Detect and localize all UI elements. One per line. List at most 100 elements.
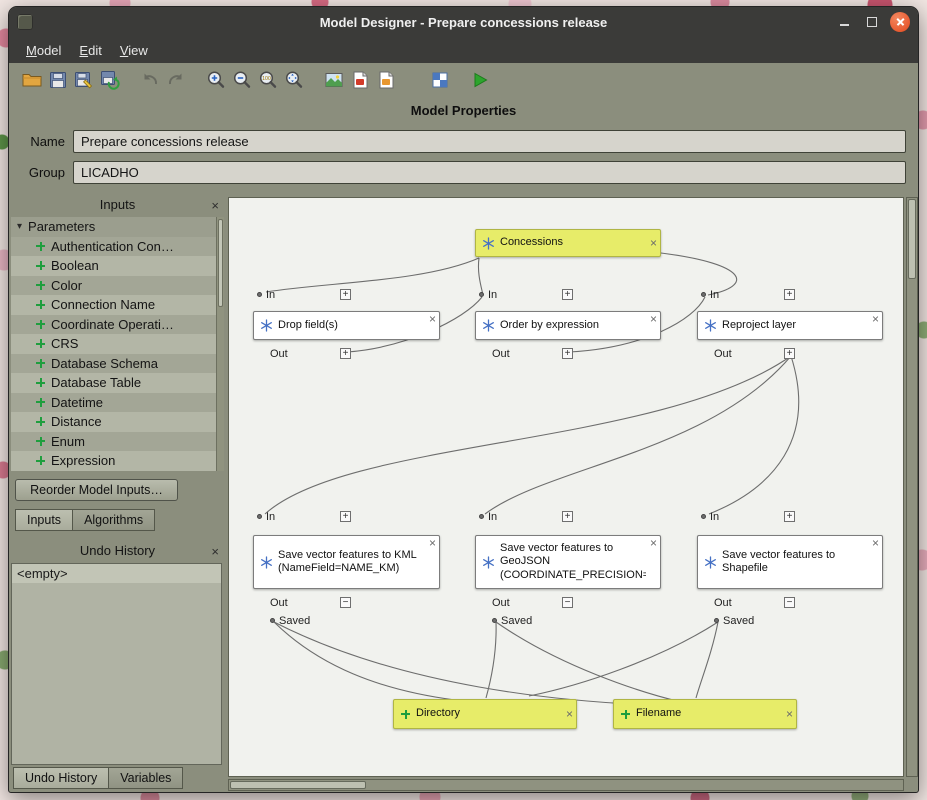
output-socket-row[interactable]: Out xyxy=(714,347,732,360)
socket-dot[interactable] xyxy=(701,514,706,519)
close-inputs-dock-icon[interactable]: × xyxy=(211,197,219,215)
expand-inputs-button[interactable]: + xyxy=(784,511,795,522)
redo-button[interactable] xyxy=(163,67,189,93)
parameter-item[interactable]: Database Table xyxy=(11,373,224,393)
parameter-item[interactable]: Boolean xyxy=(11,256,224,276)
remove-node-icon[interactable]: × xyxy=(786,709,793,719)
remove-node-icon[interactable]: × xyxy=(650,314,657,324)
model-name-input[interactable] xyxy=(73,130,906,153)
parameter-item[interactable]: Color xyxy=(11,276,224,296)
save-model-as-button[interactable] xyxy=(71,67,97,93)
maximize-button[interactable] xyxy=(862,12,882,32)
titlebar[interactable]: Model Designer - Prepare concessions rel… xyxy=(9,7,918,37)
tab-undo-history[interactable]: Undo History xyxy=(13,767,109,789)
socket-dot[interactable] xyxy=(270,618,275,623)
input-socket-row[interactable]: In xyxy=(701,288,719,301)
parameter-item[interactable]: Database Schema xyxy=(11,354,224,374)
tab-algorithms[interactable]: Algorithms xyxy=(73,509,155,531)
tree-scrollbar-thumb[interactable] xyxy=(218,219,223,307)
parameter-item[interactable]: Authentication Con… xyxy=(11,237,224,257)
output-socket-row[interactable]: Out xyxy=(714,596,732,609)
parameter-item[interactable]: Datetime xyxy=(11,393,224,413)
menu-edit[interactable]: Edit xyxy=(70,40,110,61)
expand-outputs-button[interactable]: + xyxy=(562,348,573,359)
output-socket-row[interactable]: Out xyxy=(270,596,288,609)
save-model-in-project-button[interactable] xyxy=(97,67,123,93)
export-as-image-button[interactable] xyxy=(321,67,347,93)
reorder-model-inputs-button[interactable]: Reorder Model Inputs… xyxy=(15,479,178,501)
expand-outputs-button[interactable]: + xyxy=(340,348,351,359)
expand-outputs-button[interactable]: + xyxy=(784,348,795,359)
remove-node-icon[interactable]: × xyxy=(650,538,657,548)
output-socket-row[interactable]: Out xyxy=(270,347,288,360)
node-reproject-layer[interactable]: Reproject layer × xyxy=(697,311,883,340)
input-socket-row[interactable]: In xyxy=(257,288,275,301)
menu-model[interactable]: Model xyxy=(17,40,70,61)
output-socket-row[interactable]: Out xyxy=(492,596,510,609)
export-as-pdf-button[interactable] xyxy=(347,67,373,93)
input-socket-row[interactable]: In xyxy=(257,510,275,523)
expand-inputs-button[interactable]: + xyxy=(562,511,573,522)
node-save-geojson[interactable]: Save vector features to GeoJSON (COORDIN… xyxy=(475,535,661,589)
collapse-outputs-button[interactable]: − xyxy=(562,597,573,608)
tree-scrollbar[interactable] xyxy=(216,217,224,471)
saved-output-row[interactable]: Saved xyxy=(714,614,754,627)
run-model-button[interactable] xyxy=(467,67,493,93)
model-canvas[interactable]: Concessions × In + In + In + Drop field(… xyxy=(228,197,904,777)
expand-inputs-button[interactable]: + xyxy=(340,511,351,522)
expand-inputs-button[interactable]: + xyxy=(340,289,351,300)
parameter-item[interactable]: Distance xyxy=(11,412,224,432)
input-socket-row[interactable]: In xyxy=(479,288,497,301)
node-directory[interactable]: Directory × xyxy=(393,699,577,729)
node-save-shapefile[interactable]: Save vector features to Shapefile × xyxy=(697,535,883,589)
canvas-vertical-scrollbar[interactable] xyxy=(906,197,918,777)
remove-node-icon[interactable]: × xyxy=(429,538,436,548)
undo-history-list[interactable]: <empty> xyxy=(11,563,222,765)
parameter-item[interactable]: CRS xyxy=(11,334,224,354)
collapse-outputs-button[interactable]: − xyxy=(340,597,351,608)
input-socket-row[interactable]: In xyxy=(701,510,719,523)
input-socket-row[interactable]: In xyxy=(479,510,497,523)
close-button[interactable] xyxy=(890,12,910,32)
parameter-item[interactable]: Coordinate Operati… xyxy=(11,315,224,335)
zoom-in-button[interactable] xyxy=(203,67,229,93)
node-drop-fields[interactable]: Drop field(s) × xyxy=(253,311,440,340)
saved-output-row[interactable]: Saved xyxy=(492,614,532,627)
parameter-item[interactable]: Connection Name xyxy=(11,295,224,315)
expand-inputs-button[interactable]: + xyxy=(562,289,573,300)
canvas-vertical-scrollbar-thumb[interactable] xyxy=(908,199,916,279)
socket-dot[interactable] xyxy=(714,618,719,623)
open-model-button[interactable] xyxy=(19,67,45,93)
socket-dot[interactable] xyxy=(257,514,262,519)
close-undo-dock-icon[interactable]: × xyxy=(211,543,219,561)
socket-dot[interactable] xyxy=(492,618,497,623)
minimize-button[interactable] xyxy=(834,12,854,32)
output-socket-row[interactable]: Out xyxy=(492,347,510,360)
undo-button[interactable] xyxy=(137,67,163,93)
socket-dot[interactable] xyxy=(479,514,484,519)
remove-node-icon[interactable]: × xyxy=(429,314,436,324)
socket-dot[interactable] xyxy=(257,292,262,297)
saved-output-row[interactable]: Saved xyxy=(270,614,310,627)
tab-variables[interactable]: Variables xyxy=(109,767,183,789)
remove-node-icon[interactable]: × xyxy=(872,314,879,324)
tree-root-parameters[interactable]: ▾ Parameters xyxy=(11,217,224,237)
tree-expanded-icon[interactable]: ▾ xyxy=(17,221,22,232)
socket-dot[interactable] xyxy=(479,292,484,297)
expand-inputs-button[interactable]: + xyxy=(784,289,795,300)
zoom-actual-button[interactable]: 100 xyxy=(255,67,281,93)
model-group-input[interactable] xyxy=(73,161,906,184)
remove-node-icon[interactable]: × xyxy=(872,538,879,548)
tab-inputs[interactable]: Inputs xyxy=(15,509,73,531)
node-order-by-expression[interactable]: Order by expression × xyxy=(475,311,661,340)
parameter-item[interactable]: Enum xyxy=(11,432,224,452)
zoom-out-button[interactable] xyxy=(229,67,255,93)
export-as-svg-button[interactable] xyxy=(373,67,399,93)
remove-node-icon[interactable]: × xyxy=(566,709,573,719)
parameter-item[interactable]: Expression xyxy=(11,451,224,471)
canvas-horizontal-scrollbar[interactable] xyxy=(228,779,904,791)
zoom-full-button[interactable] xyxy=(281,67,307,93)
collapse-outputs-button[interactable]: − xyxy=(784,597,795,608)
export-as-script-button[interactable] xyxy=(427,67,453,93)
menu-view[interactable]: View xyxy=(111,40,157,61)
